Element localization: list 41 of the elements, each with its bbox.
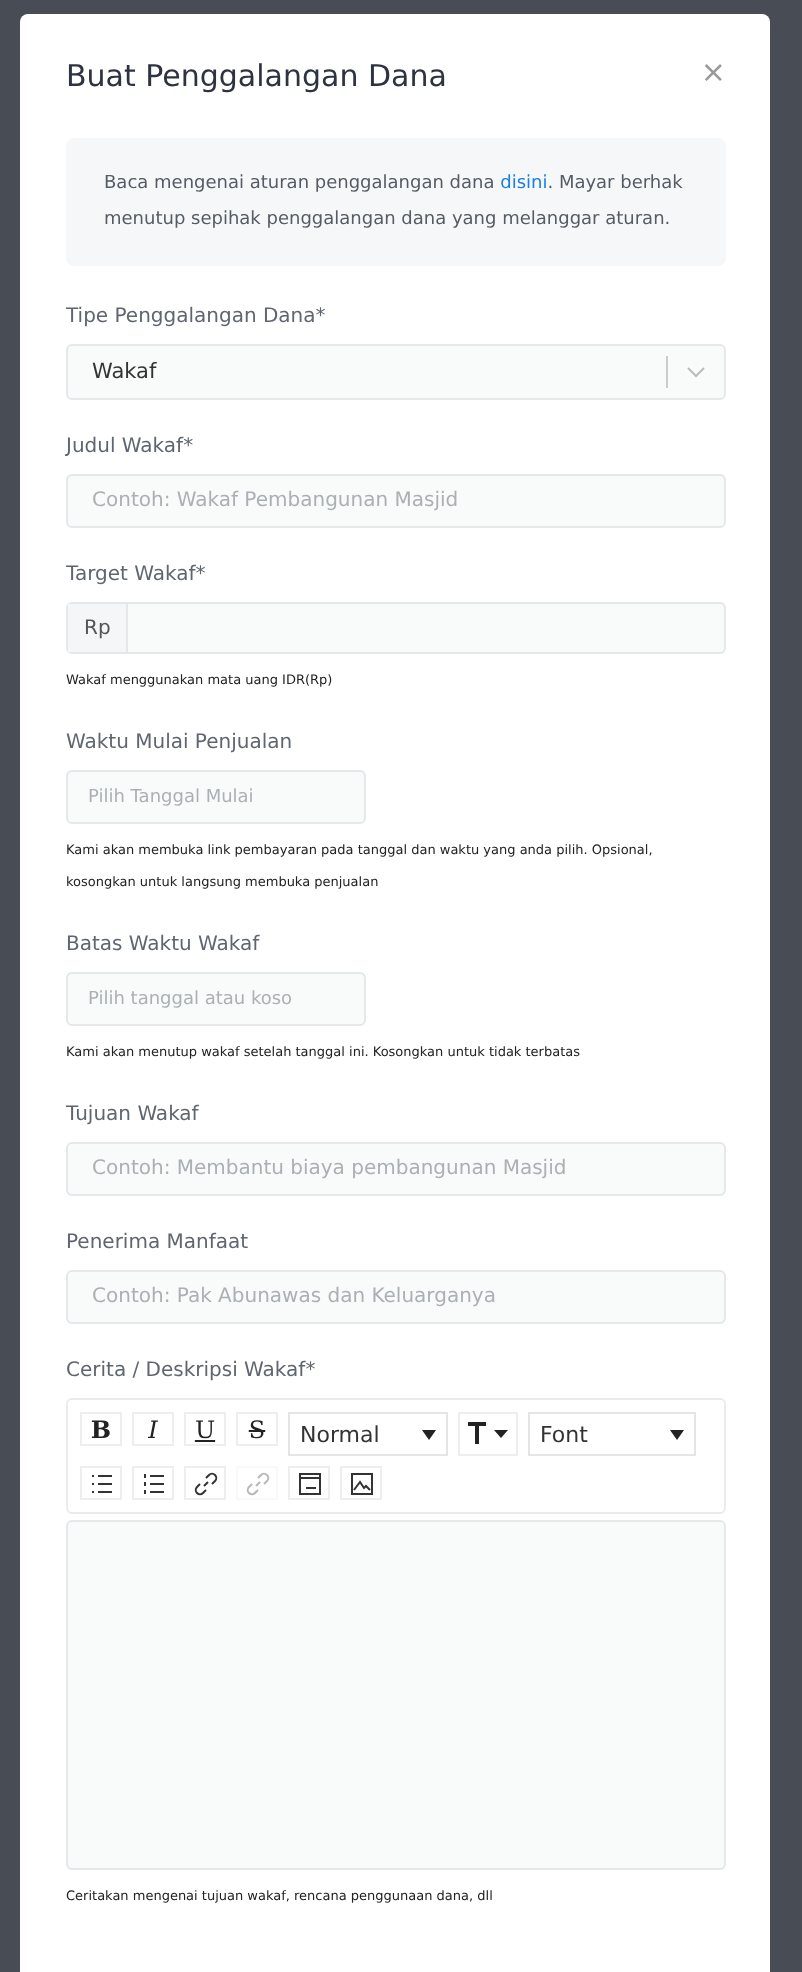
numbered-list-icon [141,1471,165,1495]
currency-prefix: Rp [68,604,129,652]
date-input-field[interactable]: Pilih tanggal atau koso [66,972,366,1026]
strike-button[interactable]: S [236,1412,278,1446]
date-input-field[interactable]: Pilih Tanggal Mulai [66,770,366,824]
modal-title: Buat Penggalangan Dana [66,58,447,94]
field-label: Target Wakaf* [66,564,208,586]
field-label: Judul Wakaf* [66,436,196,458]
notice-text: Baca mengenai aturan penggalangan dana disini. Mayar berhak menutup sepihak penggalangan dana yang melanggar aturan. [104,172,685,234]
bullet-list-icon [89,1471,113,1495]
text-size-icon [466,1422,510,1446]
dropdown-button[interactable]: Normal [288,1412,448,1456]
text-input-field[interactable]: Contoh: Membantu biaya pembangunan Masjid [66,1142,726,1196]
field-label: Batas Waktu Wakaf [66,934,262,956]
italic-button[interactable]: I [132,1412,174,1446]
text-input-field[interactable]: Contoh: Wakaf Pembangunan Masjid [66,474,726,528]
field-label: Tipe Penggalangan Dana* [66,306,328,328]
text-size-button[interactable] [458,1412,518,1456]
dropdown-button[interactable]: Font [528,1412,696,1456]
field-label: Penerima Manfaat [66,1232,251,1254]
link-icon [245,1471,269,1495]
image-button[interactable] [340,1466,382,1500]
numbered-list-button[interactable] [132,1466,174,1500]
bullet-list-button[interactable] [80,1466,122,1500]
image-icon [349,1471,373,1495]
text-input-field[interactable]: Contoh: Pak Abunawas dan Keluarganya [66,1270,726,1324]
amount-input-field[interactable]: Rp [66,602,726,654]
caret-icon [670,1429,684,1439]
link-button[interactable] [184,1466,226,1500]
field-label: Waktu Mulai Penjualan [66,732,295,754]
field-label: Cerita / Deskripsi Wakaf* [66,1360,318,1382]
caret-icon [422,1429,436,1439]
type-select[interactable]: Wakaf [66,344,726,400]
chevron-down-icon [686,366,706,378]
link-icon [193,1471,217,1495]
video-icon [297,1471,321,1495]
underline-button[interactable]: U [184,1412,226,1446]
bold-button[interactable]: B [80,1412,122,1446]
video-button[interactable] [288,1466,330,1500]
field-label: Tujuan Wakaf [66,1104,201,1126]
rules-link[interactable]: disini [500,174,548,194]
